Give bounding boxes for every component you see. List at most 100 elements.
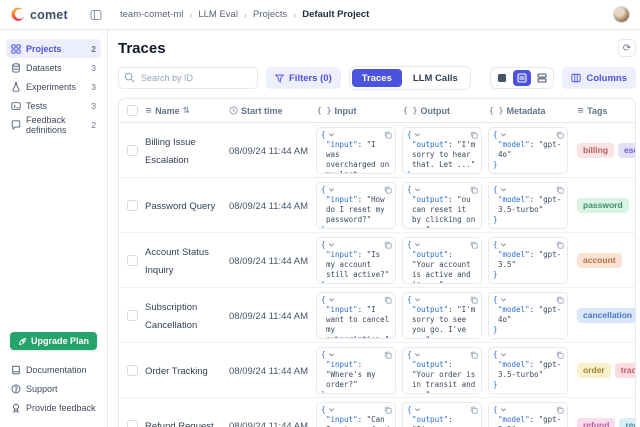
copy-icon[interactable] xyxy=(470,296,478,307)
copy-icon[interactable] xyxy=(470,186,478,197)
expand-chevron-icon[interactable] xyxy=(414,351,421,358)
expand-chevron-icon[interactable] xyxy=(328,406,335,413)
comet-logo[interactable]: comet xyxy=(10,7,88,22)
table-row[interactable]: Order Tracking 08/09/24 11:44 AM { "inpu… xyxy=(119,343,635,398)
user-avatar[interactable] xyxy=(613,6,630,23)
filters-button[interactable]: Filters (0) xyxy=(266,67,341,89)
breadcrumb-projects[interactable]: Projects xyxy=(253,9,287,20)
sidebar: Projects 2 Datasets 3 Experiments 3 Test… xyxy=(0,30,108,427)
tag-request[interactable]: request xyxy=(619,418,635,427)
columns-button[interactable]: Columns xyxy=(562,67,636,89)
expand-chevron-icon[interactable] xyxy=(414,241,421,248)
table-row[interactable]: Billing Issue Escalation 08/09/24 11:44 … xyxy=(119,123,635,178)
trace-tags: order tracking xyxy=(577,363,635,378)
expand-chevron-icon[interactable] xyxy=(328,186,335,193)
breadcrumb-workspace[interactable]: team-comet-ml xyxy=(120,9,183,20)
expand-chevron-icon[interactable] xyxy=(414,406,421,413)
expand-chevron-icon[interactable] xyxy=(414,296,421,303)
tag-order[interactable]: order xyxy=(577,363,611,378)
copy-icon[interactable] xyxy=(384,241,392,252)
sidebar-item-support[interactable]: Support xyxy=(6,379,101,398)
output-json-cell: { "output": "I'm sorry to see you go. I'… xyxy=(402,292,482,339)
tag-password[interactable]: password xyxy=(577,198,629,213)
metadata-json-cell: { "model": "gpt-3.5" } xyxy=(488,402,568,427)
expand-chevron-icon[interactable] xyxy=(414,186,421,193)
expand-chevron-icon[interactable] xyxy=(328,351,335,358)
tag-tracking[interactable]: tracking xyxy=(615,363,635,378)
tag-escalation[interactable]: escalation xyxy=(618,143,635,158)
copy-icon[interactable] xyxy=(556,131,564,142)
expand-chevron-icon[interactable] xyxy=(328,241,335,248)
copy-icon[interactable] xyxy=(556,241,564,252)
sort-icon[interactable]: ⇅ xyxy=(183,106,190,116)
sidebar-item-experiments[interactable]: Experiments 3 xyxy=(6,77,101,96)
sidebar-item-tests[interactable]: Tests 3 xyxy=(6,96,101,115)
copy-icon[interactable] xyxy=(470,241,478,252)
row-height-small-button[interactable] xyxy=(493,70,511,86)
metadata-json-cell: { "model": "gpt-3.5-turbo" } xyxy=(488,347,568,394)
sidebar-item-documentation[interactable]: Documentation xyxy=(6,360,101,379)
copy-icon[interactable] xyxy=(556,351,564,362)
row-height-large-button[interactable] xyxy=(533,70,551,86)
copy-icon[interactable] xyxy=(470,351,478,362)
breadcrumb-section[interactable]: LLM Eval xyxy=(198,9,238,20)
expand-chevron-icon[interactable] xyxy=(500,241,507,248)
tag-billing[interactable]: billing xyxy=(577,143,614,158)
table-row[interactable]: Password Query 08/09/24 11:44 AM { "inpu… xyxy=(119,178,635,233)
trace-start-time: 08/09/24 11:44 AM xyxy=(229,421,308,427)
column-header-name[interactable]: ≡ Name ⇅ xyxy=(145,106,229,116)
rocket-icon xyxy=(18,337,27,346)
row-checkbox[interactable] xyxy=(127,145,138,156)
expand-chevron-icon[interactable] xyxy=(500,186,507,193)
expand-chevron-icon[interactable] xyxy=(500,351,507,358)
row-checkbox[interactable] xyxy=(127,255,138,266)
expand-chevron-icon[interactable] xyxy=(328,131,335,138)
tag-account[interactable]: account xyxy=(577,253,622,268)
row-checkbox[interactable] xyxy=(127,365,138,376)
refresh-button[interactable]: ⟳ xyxy=(618,39,636,57)
density-large-icon xyxy=(537,73,547,83)
braces-icon: { } xyxy=(317,106,331,115)
row-checkbox[interactable] xyxy=(127,200,138,211)
sidebar-item-feedback-definitions[interactable]: Feedback definitions 2 xyxy=(6,115,101,134)
select-all-checkbox[interactable] xyxy=(127,105,138,116)
expand-chevron-icon[interactable] xyxy=(500,406,507,413)
tab-llm-calls[interactable]: LLM Calls xyxy=(403,69,468,87)
tab-traces[interactable]: Traces xyxy=(352,69,402,87)
copy-icon[interactable] xyxy=(384,186,392,197)
expand-chevron-icon[interactable] xyxy=(328,296,335,303)
row-checkbox[interactable] xyxy=(127,420,138,427)
row-checkbox[interactable] xyxy=(127,310,138,321)
trace-name: Order Tracking xyxy=(145,366,208,377)
sidebar-spacer xyxy=(6,134,101,332)
copy-icon[interactable] xyxy=(384,351,392,362)
tag-cancellation[interactable]: cancellation xyxy=(577,308,635,323)
sidebar-item-provide-feedback[interactable]: Provide feedback xyxy=(6,398,101,417)
table-row[interactable]: Subscription Cancellation 08/09/24 11:44… xyxy=(119,288,635,343)
expand-chevron-icon[interactable] xyxy=(500,131,507,138)
input-json-cell: { "input": "How do I reset my password?"… xyxy=(316,182,396,229)
copy-icon[interactable] xyxy=(384,406,392,417)
upgrade-plan-button[interactable]: Upgrade Plan xyxy=(10,332,97,350)
copy-icon[interactable] xyxy=(556,296,564,307)
copy-icon[interactable] xyxy=(556,186,564,197)
copy-icon[interactable] xyxy=(470,406,478,417)
row-height-medium-button[interactable] xyxy=(513,70,531,86)
expand-chevron-icon[interactable] xyxy=(500,296,507,303)
sidebar-item-datasets[interactable]: Datasets 3 xyxy=(6,58,101,77)
sidebar-toggle-icon[interactable] xyxy=(88,7,104,23)
table-row[interactable]: Refund Request 08/09/24 11:44 AM { "inpu… xyxy=(119,398,635,427)
trace-name: Password Query xyxy=(145,201,215,212)
expand-chevron-icon[interactable] xyxy=(414,131,421,138)
output-json-cell: { "output": "ou can reset it by clicking… xyxy=(402,182,482,229)
search-input[interactable] xyxy=(118,67,258,89)
table-row[interactable]: Account Status Inquiry 08/09/24 11:44 AM… xyxy=(119,233,635,288)
sidebar-item-projects[interactable]: Projects 2 xyxy=(6,39,101,58)
tag-refund[interactable]: refund xyxy=(577,418,615,427)
copy-icon[interactable] xyxy=(384,131,392,142)
footer-item-label: Support xyxy=(26,384,58,394)
sidebar-item-count: 2 xyxy=(91,44,96,54)
copy-icon[interactable] xyxy=(556,406,564,417)
copy-icon[interactable] xyxy=(470,131,478,142)
copy-icon[interactable] xyxy=(384,296,392,307)
